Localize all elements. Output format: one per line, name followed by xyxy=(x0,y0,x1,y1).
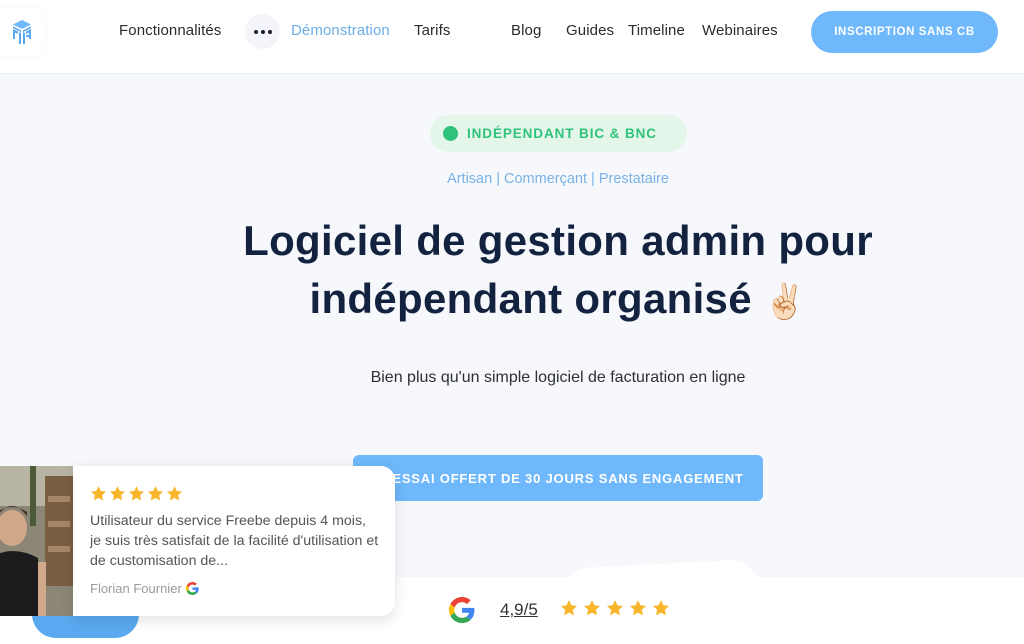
star-icon xyxy=(147,486,164,501)
dot xyxy=(267,29,272,34)
title-line-2: indépendant organisé xyxy=(309,275,752,322)
nav-webinaires[interactable]: Webinaires xyxy=(702,22,778,39)
more-horizontal-icon xyxy=(253,29,258,34)
nav-fonctionnalites[interactable]: Fonctionnalités xyxy=(119,22,221,39)
nav-tarifs[interactable]: Tarifs xyxy=(414,22,450,39)
nav-blog[interactable]: Blog xyxy=(511,22,541,39)
free-trial-button[interactable]: ESSAI OFFERT DE 30 JOURS SANS ENGAGEMENT xyxy=(353,455,763,501)
review-card: Utilisateur du service Freebe depuis 4 m… xyxy=(73,466,395,616)
star-icon xyxy=(90,486,107,501)
nav-demonstration[interactable]: Démonstration xyxy=(291,22,390,39)
page-title: Logiciel de gestion admin pour indépenda… xyxy=(0,212,1024,331)
freebe-logo-icon xyxy=(13,20,31,44)
badge-label: INDÉPENDANT BIC & BNC xyxy=(467,126,657,141)
star-icon xyxy=(128,486,145,501)
site-header: Fonctionnalités Démonstration Tarifs Blo… xyxy=(0,0,1024,74)
logo[interactable] xyxy=(0,8,44,56)
dot xyxy=(260,29,265,34)
reviewer-photo xyxy=(0,466,73,616)
star-icon xyxy=(629,600,647,616)
nav-guides[interactable]: Guides xyxy=(566,22,614,39)
google-icon xyxy=(449,597,475,623)
rating-stars xyxy=(560,599,670,617)
victory-hand-icon: ✌🏻 xyxy=(763,283,807,321)
star-icon xyxy=(583,600,601,616)
star-icon xyxy=(606,600,624,616)
review-text: Utilisateur du service Freebe depuis 4 m… xyxy=(90,513,379,569)
review-stars xyxy=(90,485,183,502)
rating-score-link[interactable]: 4,9/5 xyxy=(500,600,538,620)
review-author: Florian Fournier xyxy=(90,581,199,596)
reviewer-avatar-image xyxy=(0,466,73,616)
more-menu-button[interactable] xyxy=(245,14,280,49)
google-icon xyxy=(185,582,199,595)
hero-subtitle: Bien plus qu'un simple logiciel de factu… xyxy=(370,369,746,386)
star-icon xyxy=(109,486,126,501)
star-icon xyxy=(652,600,670,616)
nav-timeline[interactable]: Timeline xyxy=(628,22,685,39)
star-icon xyxy=(166,486,183,501)
audience-subtags: Artisan | Commerçant | Prestataire xyxy=(447,171,669,187)
status-dot-icon xyxy=(443,126,458,141)
signup-button[interactable]: INSCRIPTION SANS CB xyxy=(811,11,998,53)
title-line-1: Logiciel de gestion admin pour xyxy=(243,217,873,264)
review-author-name: Florian Fournier xyxy=(90,581,182,596)
star-icon xyxy=(560,600,578,616)
audience-badge: INDÉPENDANT BIC & BNC xyxy=(430,115,687,152)
